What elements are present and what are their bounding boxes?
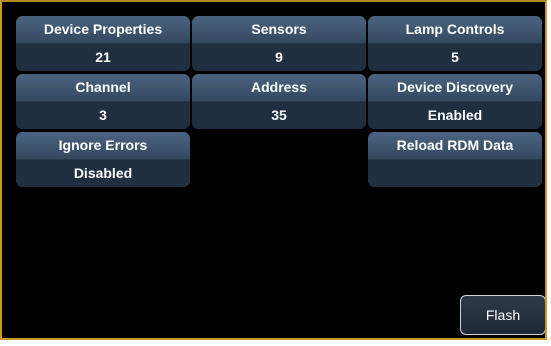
address-label: Address (192, 74, 366, 102)
reload-rdm-data-value (368, 160, 542, 187)
device-discovery-label: Device Discovery (368, 74, 542, 102)
device-discovery-value: Enabled (368, 102, 542, 129)
device-discovery-tile[interactable]: Device Discovery Enabled (368, 74, 542, 129)
flash-button[interactable]: Flash (460, 295, 545, 335)
ignore-errors-value: Disabled (16, 160, 190, 187)
ignore-errors-label: Ignore Errors (16, 132, 190, 160)
device-properties-value: 21 (16, 44, 190, 71)
lamp-controls-tile[interactable]: Lamp Controls 5 (368, 16, 542, 71)
rdm-panel: Device Properties 21 Sensors 9 Lamp Cont… (0, 0, 547, 340)
lamp-controls-label: Lamp Controls (368, 16, 542, 44)
reload-rdm-data-label: Reload RDM Data (368, 132, 542, 160)
channel-tile[interactable]: Channel 3 (16, 74, 190, 129)
channel-label: Channel (16, 74, 190, 102)
device-properties-tile[interactable]: Device Properties 21 (16, 16, 190, 71)
address-tile[interactable]: Address 35 (192, 74, 366, 129)
address-value: 35 (192, 102, 366, 129)
sensors-label: Sensors (192, 16, 366, 44)
ignore-errors-tile[interactable]: Ignore Errors Disabled (16, 132, 190, 187)
device-properties-label: Device Properties (16, 16, 190, 44)
lamp-controls-value: 5 (368, 44, 542, 71)
channel-value: 3 (16, 102, 190, 129)
sensors-tile[interactable]: Sensors 9 (192, 16, 366, 71)
reload-rdm-data-tile[interactable]: Reload RDM Data (368, 132, 542, 187)
sensors-value: 9 (192, 44, 366, 71)
